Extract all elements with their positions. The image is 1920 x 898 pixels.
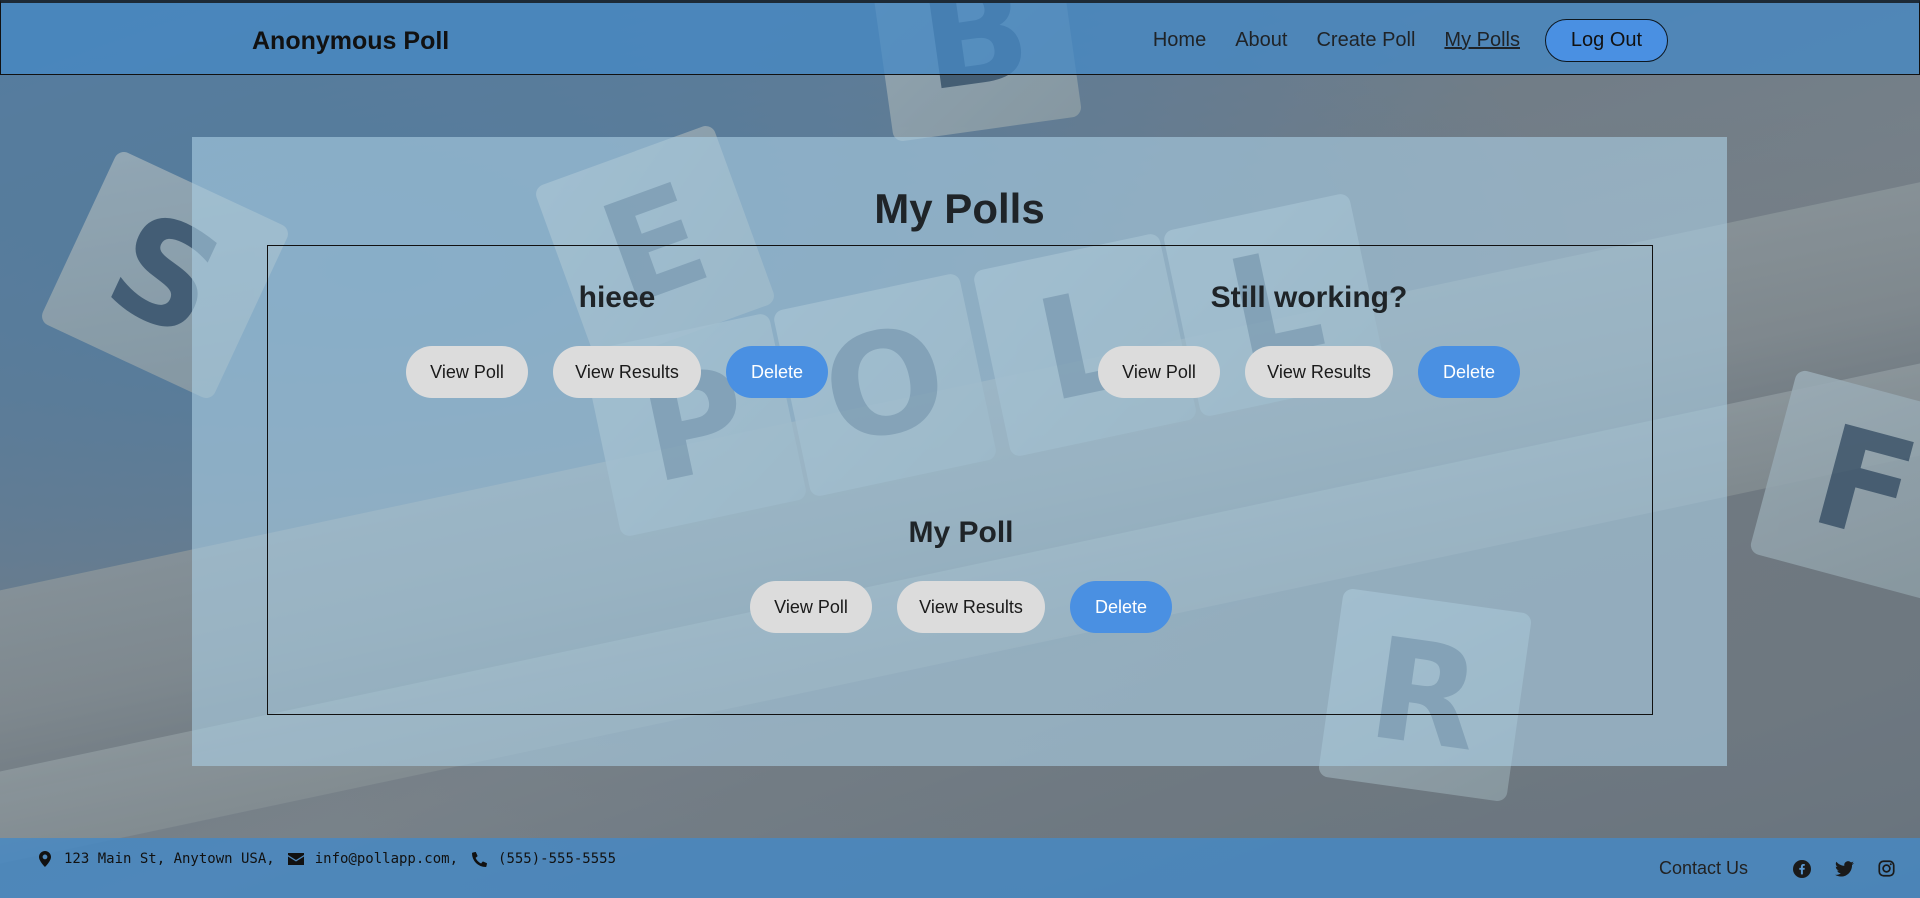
view-results-button[interactable]: View Results xyxy=(553,346,701,398)
logout-button[interactable]: Log Out xyxy=(1545,18,1668,62)
poll-card: Still working? View Poll View Results De… xyxy=(1084,276,1534,398)
poll-actions: View Poll View Results Delete xyxy=(392,346,842,398)
facebook-icon[interactable] xyxy=(1792,859,1812,879)
location-pin-icon xyxy=(36,850,54,868)
nav-menu: Home About Create Poll My Polls Log Out xyxy=(1124,18,1919,62)
delete-button[interactable]: Delete xyxy=(1070,581,1172,633)
poll-title: hieee xyxy=(578,281,656,314)
contact-info: 123 Main St, Anytown USA, info@pollapp.c… xyxy=(36,850,628,868)
my-polls-panel: My Polls hieee View Poll View Results De… xyxy=(192,137,1727,766)
page-title: My Polls xyxy=(874,185,1045,232)
instagram-icon[interactable] xyxy=(1876,859,1896,879)
footer-links: Contact Us xyxy=(1659,858,1896,879)
poll-card: hieee View Poll View Results Delete xyxy=(392,276,842,398)
delete-button[interactable]: Delete xyxy=(726,346,828,398)
phone-icon xyxy=(470,850,488,868)
contact-us-link[interactable]: Contact Us xyxy=(1659,858,1748,879)
poll-actions: View Poll View Results Delete xyxy=(1084,346,1534,398)
nav-my-polls-link[interactable]: My Polls xyxy=(1444,29,1520,52)
view-results-button[interactable]: View Results xyxy=(897,581,1045,633)
footer-email[interactable]: info@pollapp.com, xyxy=(315,851,458,867)
poll-actions: View Poll View Results Delete xyxy=(736,581,1186,633)
envelope-icon xyxy=(287,850,305,868)
nav-create-poll-link[interactable]: Create Poll xyxy=(1316,29,1415,52)
footer: 123 Main St, Anytown USA, info@pollapp.c… xyxy=(0,838,1920,898)
poll-card: My Poll View Poll View Results Delete xyxy=(736,511,1186,633)
brand-title[interactable]: Anonymous Poll xyxy=(252,27,449,56)
footer-address: 123 Main St, Anytown USA, xyxy=(64,851,275,867)
view-poll-button[interactable]: View Poll xyxy=(1098,346,1220,398)
poll-title: Still working? xyxy=(1210,281,1408,314)
poll-title: My Poll xyxy=(908,516,1014,549)
delete-button[interactable]: Delete xyxy=(1418,346,1520,398)
nav-home-link[interactable]: Home xyxy=(1153,29,1206,52)
view-poll-button[interactable]: View Poll xyxy=(750,581,872,633)
twitter-icon[interactable] xyxy=(1834,859,1854,879)
navbar: Anonymous Poll Home About Create Poll My… xyxy=(0,0,1920,75)
polls-container: hieee View Poll View Results Delete Stil… xyxy=(267,245,1653,715)
view-results-button[interactable]: View Results xyxy=(1245,346,1393,398)
nav-about-link[interactable]: About xyxy=(1235,29,1287,52)
footer-phone: (555)-555-5555 xyxy=(498,851,617,867)
view-poll-button[interactable]: View Poll xyxy=(406,346,528,398)
